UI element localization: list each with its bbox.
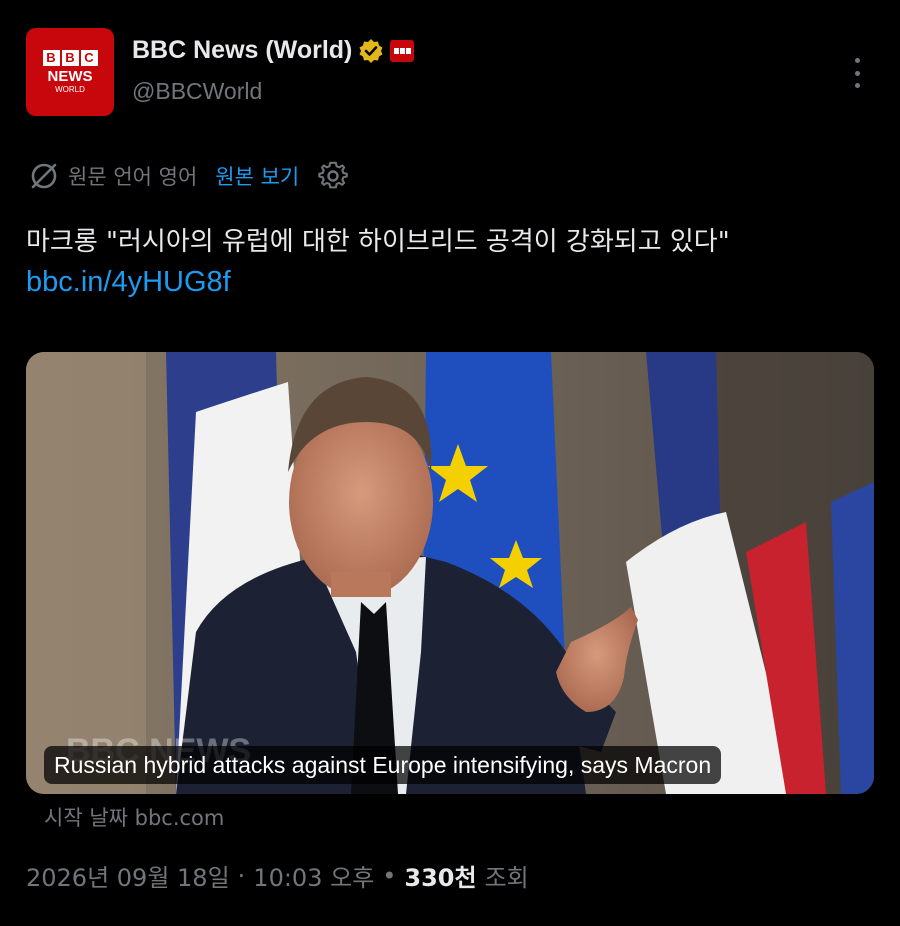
handle[interactable]: @BBCWorld bbox=[132, 78, 262, 105]
avatar[interactable]: BBC NEWS WORLD bbox=[26, 28, 114, 116]
tweet-link[interactable]: bbc.in/4yHUG8f bbox=[26, 262, 874, 302]
tweet-text: 마크롱 "러시아의 유럽에 대한 하이브리드 공격이 강화되고 있다" bbc.… bbox=[26, 222, 874, 302]
bbc-logo: BBC bbox=[42, 49, 98, 66]
meta-separator: • bbox=[382, 861, 397, 890]
bbc-affiliate-badge[interactable] bbox=[390, 39, 415, 62]
source-language-label: 원문 언어 영어 bbox=[68, 165, 198, 189]
card-source[interactable]: 시작 날짜 bbc.com bbox=[44, 802, 224, 832]
tweet-meta: 2026년 09월 18일 · 10:03 오후 • 330천 조회 bbox=[26, 858, 529, 893]
tweet-body: 마크롱 "러시아의 유럽에 대한 하이브리드 공격이 강화되고 있다" bbox=[26, 227, 730, 257]
post-date[interactable]: 2026년 09월 18일 bbox=[26, 858, 230, 893]
meta-separator: · bbox=[237, 861, 246, 890]
gold-verified-icon[interactable] bbox=[358, 38, 384, 64]
card-image: BBC NEWS bbox=[26, 352, 874, 794]
show-original-link[interactable]: 원본 보기 bbox=[215, 161, 299, 191]
post-time[interactable]: 10:03 오후 bbox=[253, 858, 374, 893]
card-title[interactable]: Russian hybrid attacks against Europe in… bbox=[44, 746, 722, 784]
views-count[interactable]: 330천 bbox=[404, 858, 476, 893]
translation-bar: 원문 언어 영어 원본 보기 bbox=[28, 158, 349, 194]
views-label: 조회 bbox=[484, 864, 529, 892]
name-row: BBC News (World) bbox=[132, 36, 415, 65]
avatar-world-text: WORLD bbox=[55, 84, 85, 94]
gear-icon[interactable] bbox=[317, 160, 349, 192]
tweet-header: BBC NEWS WORLD BBC News (World) @BBCWorl… bbox=[26, 28, 874, 116]
avatar-news-text: NEWS bbox=[47, 67, 93, 85]
link-card[interactable]: BBC NEWS Russian hybrid attacks against … bbox=[26, 352, 874, 794]
translate-off-icon bbox=[31, 163, 57, 189]
more-options-icon[interactable] bbox=[852, 58, 862, 88]
display-name[interactable]: BBC News (World) bbox=[132, 36, 352, 65]
